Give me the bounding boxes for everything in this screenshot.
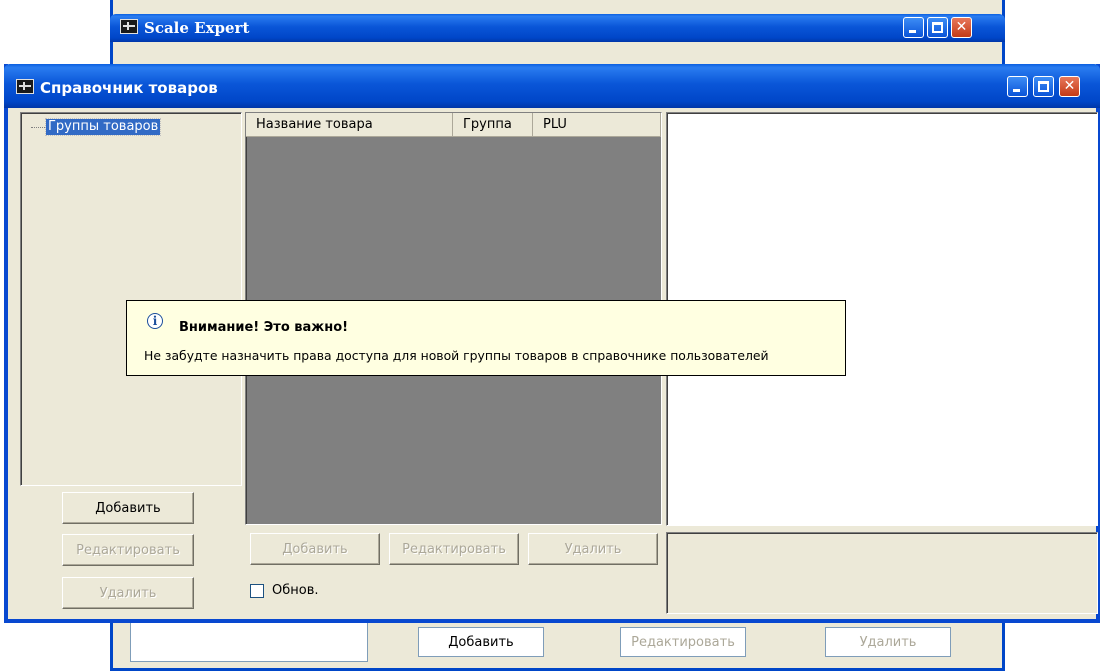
scale-app-icon: [120, 19, 138, 34]
warning-tooltip: i Внимание! Это важно! Не забудте назнач…: [126, 300, 846, 376]
background-window-titlebar: Scale Expert ✕: [110, 14, 1005, 42]
bg-edit-button[interactable]: Редактировать: [620, 627, 746, 657]
bg-delete-button[interactable]: Удалить: [825, 627, 951, 657]
maximize-button[interactable]: [1033, 76, 1054, 97]
bg-close-button[interactable]: ✕: [951, 17, 972, 38]
tooltip-message: Не забудте назначить права доступа для н…: [144, 348, 769, 363]
info-icon: i: [147, 313, 163, 329]
tooltip-title: Внимание! Это важно!: [179, 320, 349, 335]
product-delete-button[interactable]: Удалить: [528, 533, 658, 565]
product-catalog-titlebar: Справочник товаров ✕: [4, 64, 1100, 108]
refresh-checkbox[interactable]: [250, 584, 264, 598]
bg-minimize-button[interactable]: [903, 17, 924, 38]
group-delete-button[interactable]: Удалить: [62, 577, 194, 609]
background-list-field: [130, 622, 368, 662]
group-edit-button[interactable]: Редактировать: [62, 534, 194, 566]
column-header-name[interactable]: Название товара: [246, 113, 453, 137]
background-menu-strip: [113, 42, 1002, 66]
group-add-button[interactable]: Добавить: [62, 492, 194, 524]
column-header-plu[interactable]: PLU: [533, 113, 661, 137]
product-add-button[interactable]: Добавить: [250, 533, 380, 565]
bg-add-button[interactable]: Добавить: [418, 627, 544, 657]
column-header-group[interactable]: Группа: [453, 113, 533, 137]
close-button[interactable]: ✕: [1059, 76, 1080, 97]
tree-item-product-groups[interactable]: Группы товаров: [44, 118, 162, 136]
group-tree-panel[interactable]: Группы товаров: [20, 112, 242, 486]
product-edit-button[interactable]: Редактировать: [389, 533, 519, 565]
catalog-app-icon: [16, 79, 34, 94]
product-catalog-title: Справочник товаров: [40, 79, 218, 97]
bg-maximize-button[interactable]: [927, 17, 948, 38]
refresh-checkbox-label: Обнов.: [272, 583, 319, 598]
product-info-panel: [666, 532, 1098, 614]
tree-connector: [31, 127, 45, 128]
background-window-title: Scale Expert: [144, 19, 250, 37]
minimize-button[interactable]: [1007, 76, 1028, 97]
